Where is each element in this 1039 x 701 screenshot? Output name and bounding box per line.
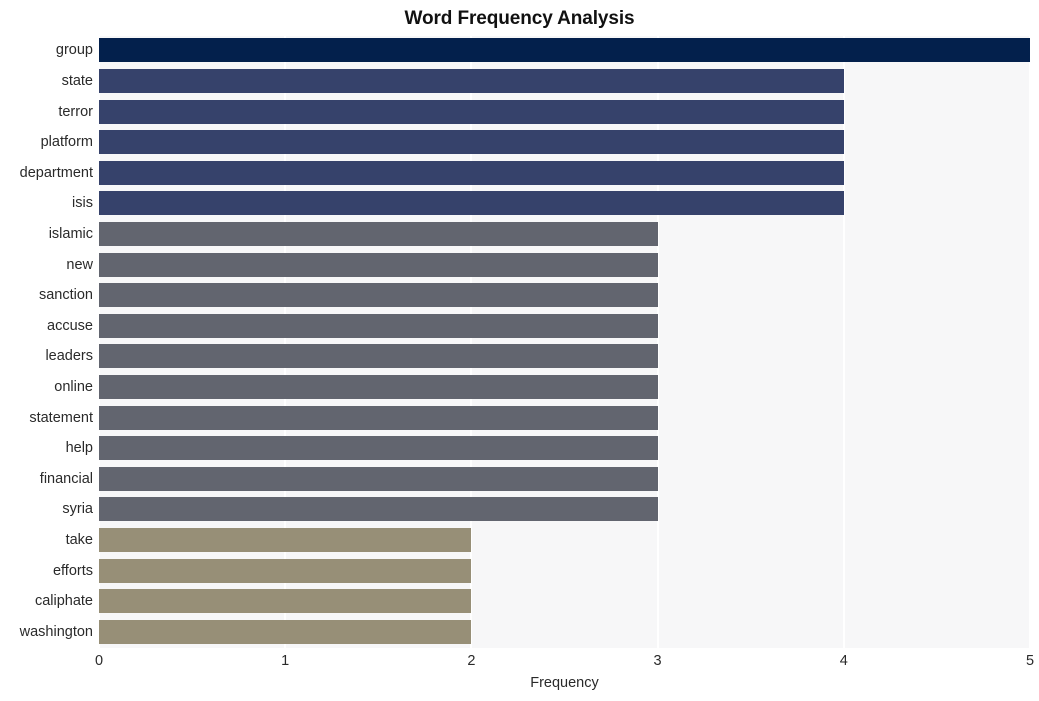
chart-title: Word Frequency Analysis [404,8,635,29]
bar-washington[interactable] [99,619,472,644]
bar-platform[interactable] [99,130,844,155]
plot-area [98,36,1031,648]
y-tick-label-washington: washington [19,623,93,640]
x-tick-label-0: 0 [94,653,104,669]
bar-syria[interactable] [99,497,658,522]
x-tick-label-4: 4 [839,653,848,669]
bar-row[interactable] [99,283,1030,308]
bar-row[interactable] [99,619,1030,644]
bar-department[interactable] [99,160,844,185]
bar-terror[interactable] [99,99,844,124]
y-axis: group state terror platform department isis is… [0,36,93,648]
bar-efforts[interactable] [99,558,472,583]
bar-help[interactable] [99,436,658,461]
bar-statement[interactable] [99,405,658,430]
x-tick-label-2: 2 [467,653,476,669]
y-tick-label-take: take [65,531,93,548]
y-tick-label-department: department [19,164,93,181]
y-tick-label-efforts: efforts [52,562,93,579]
bar-row[interactable] [99,38,1030,63]
gridline-vertical [470,36,473,648]
bar-row[interactable] [99,99,1030,124]
bar-caliphate[interactable] [99,589,472,614]
x-tick-label-1: 1 [281,653,290,669]
y-tick-label-terror: terror [58,103,93,120]
bar-sanction[interactable] [99,283,658,308]
bar-row[interactable] [99,344,1030,369]
gridline-vertical [656,36,659,648]
bar-group[interactable] [99,38,1030,63]
bar-accuse[interactable] [99,313,658,338]
y-tick-label-syria: syria [62,501,93,518]
x-axis: 0 1 2 3 4 5 [95,648,1034,674]
x-tick-label-5: 5 [1025,653,1035,669]
bar-leaders[interactable] [99,344,658,369]
bar-row[interactable] [99,436,1030,461]
bar-islamic[interactable] [99,221,658,246]
y-tick-label-isis: isis [72,195,93,212]
bar-row[interactable] [99,589,1030,614]
bar-online[interactable] [99,374,658,399]
y-tick-label-online: online [54,378,93,395]
gridline-vertical [1029,36,1031,648]
bar-row[interactable] [99,405,1030,430]
y-tick-label-leaders: leaders [45,348,93,365]
word-frequency-chart-figure: Word Frequency Analysis group state terror… [0,0,1039,701]
y-tick-label-platform: platform [40,134,93,151]
gridline-vertical [842,36,845,648]
x-axis-title: Frequency [530,675,599,691]
y-tick-label-group: group [55,42,93,59]
bar-row[interactable] [99,527,1030,552]
y-tick-label-statement: statement [29,409,93,426]
bar-financial[interactable] [99,466,658,491]
bar-row[interactable] [99,497,1030,522]
y-tick-label-islamic: islamic [48,225,93,242]
bar-row[interactable] [99,374,1030,399]
y-tick-label-help: help [65,440,93,457]
bar-take[interactable] [99,527,472,552]
bar-row[interactable] [99,68,1030,93]
bar-new[interactable] [99,252,658,277]
bar-row[interactable] [99,221,1030,246]
bar-row[interactable] [99,313,1030,338]
bar-row[interactable] [99,466,1030,491]
bar-row[interactable] [99,252,1030,277]
y-tick-label-state: state [61,72,93,89]
gridline-vertical [98,36,100,648]
y-tick-label-caliphate: caliphate [34,593,93,610]
bar-isis[interactable] [99,191,844,216]
bar-row[interactable] [99,558,1030,583]
bar-row[interactable] [99,160,1030,185]
bar-row[interactable] [99,130,1030,155]
y-tick-label-accuse: accuse [47,317,93,334]
bar-row[interactable] [99,191,1030,216]
y-tick-label-sanction: sanction [38,287,93,304]
y-tick-label-new: new [66,256,93,273]
bar-state[interactable] [99,68,844,93]
gridline-vertical [284,36,287,648]
x-tick-label-3: 3 [653,653,662,669]
y-tick-label-financial: financial [39,470,93,487]
